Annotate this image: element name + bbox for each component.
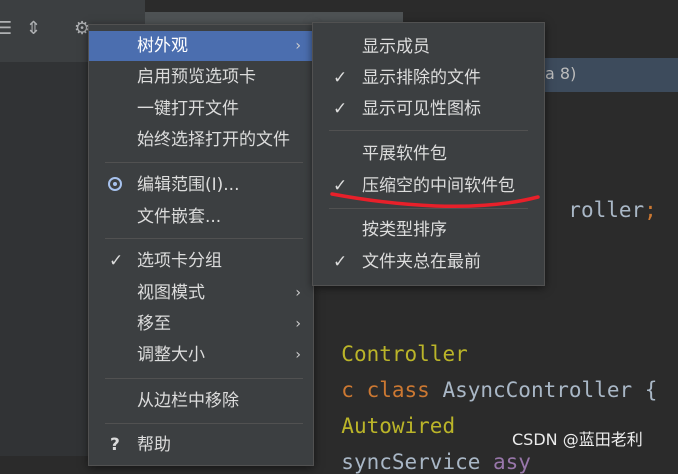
check-icon: ✓ — [333, 68, 348, 88]
menu-separator — [329, 130, 528, 131]
menu-item-file-nesting[interactable]: 文件嵌套... — [89, 202, 313, 232]
menu-item-resize[interactable]: 调整大小 › — [89, 340, 313, 370]
menu-item-label: 编辑范围(I)... — [137, 175, 240, 195]
menu-item-always-select-opened[interactable]: 始终选择打开的文件 — [89, 125, 313, 155]
menu-item-label: 视图模式 — [137, 283, 205, 303]
align-icon[interactable]: ☰ — [0, 20, 12, 38]
collapse-icon[interactable]: ⇕ — [26, 20, 41, 38]
menu-item-label: 显示排除的文件 — [362, 68, 481, 88]
menu-item-show-members[interactable]: 显示成员 — [313, 32, 544, 62]
chevron-right-icon: › — [295, 347, 301, 363]
menu-item-view-mode[interactable]: 视图模式 › — [89, 278, 313, 308]
menu-item-label: 选项卡分组 — [137, 251, 222, 271]
menu-item-folders-always-on-top[interactable]: ✓ 文件夹总在最前 — [313, 247, 544, 277]
chevron-right-icon: › — [295, 38, 301, 54]
code-token: ; — [644, 198, 657, 222]
code-line-1: roller; — [543, 174, 657, 222]
menu-item-label: 显示成员 — [362, 37, 430, 57]
chevron-right-icon: › — [295, 285, 301, 301]
menu-item-label: 启用预览选项卡 — [137, 67, 256, 87]
menu-separator — [105, 423, 303, 424]
radio-selected-icon — [108, 177, 122, 191]
menu-separator — [105, 162, 303, 163]
menu-item-label: 文件嵌套... — [137, 207, 222, 227]
menu-item-sort-by-type[interactable]: 按类型排序 — [313, 215, 544, 245]
check-icon: ✓ — [109, 251, 124, 271]
menu-item-label: 树外观 — [137, 36, 188, 56]
menu-item-show-excluded-files[interactable]: ✓ 显示排除的文件 — [313, 63, 544, 93]
menu-item-label: 显示可见性图标 — [362, 99, 481, 119]
red-underline-annotation — [330, 192, 540, 209]
menu-item-enable-preview-tab[interactable]: 启用预览选项卡 — [89, 62, 313, 92]
check-icon: ✓ — [333, 252, 348, 272]
code-token: asy — [493, 450, 531, 474]
menu-item-label: 从边栏中移除 — [137, 391, 239, 411]
menu-item-label: 调整大小 — [137, 345, 205, 365]
watermark: CSDN @蓝田老利 — [512, 430, 643, 449]
menu-separator — [105, 238, 303, 239]
menu-item-label: 平展软件包 — [362, 144, 447, 164]
menu-item-group-tabs[interactable]: ✓ 选项卡分组 — [89, 246, 313, 276]
code-token: roller — [568, 198, 645, 222]
menu-item-label: 移至 — [137, 314, 171, 334]
menu-item-label: 按类型排序 — [362, 220, 447, 240]
menu-item-label: 一键打开文件 — [137, 99, 239, 119]
menu-separator — [105, 378, 303, 379]
check-icon: ✓ — [333, 99, 348, 119]
menu-item-remove-from-sidebar[interactable]: 从边栏中移除 — [89, 386, 313, 416]
code-token: AsyncController { — [442, 378, 658, 402]
project-panel — [0, 62, 88, 456]
menu-item-tree-appearance[interactable]: 树外观 › — [89, 31, 313, 61]
chevron-right-icon: › — [295, 316, 301, 332]
menu-item-show-visibility-icons[interactable]: ✓ 显示可见性图标 — [313, 94, 544, 124]
menu-item-label: 文件夹总在最前 — [362, 252, 481, 272]
menu-item-edit-scopes[interactable]: 编辑范围(I)... — [89, 170, 313, 200]
options-menu: 树外观 › 启用预览选项卡 一键打开文件 始终选择打开的文件 编辑范围(I)..… — [88, 24, 314, 466]
menu-item-move-to[interactable]: 移至 › — [89, 309, 313, 339]
menu-item-label: 始终选择打开的文件 — [137, 130, 290, 150]
code-line-5: syncService asy — [316, 426, 531, 474]
code-token: syncService — [341, 450, 494, 474]
menu-item-single-click-open[interactable]: 一键打开文件 — [89, 94, 313, 124]
banner-text: a 8) — [545, 64, 577, 83]
tree-appearance-submenu: 显示成员 ✓ 显示排除的文件 ✓ 显示可见性图标 平展软件包 ✓ 压缩空的中间软… — [312, 22, 545, 286]
menu-item-flatten-packages[interactable]: 平展软件包 — [313, 139, 544, 169]
